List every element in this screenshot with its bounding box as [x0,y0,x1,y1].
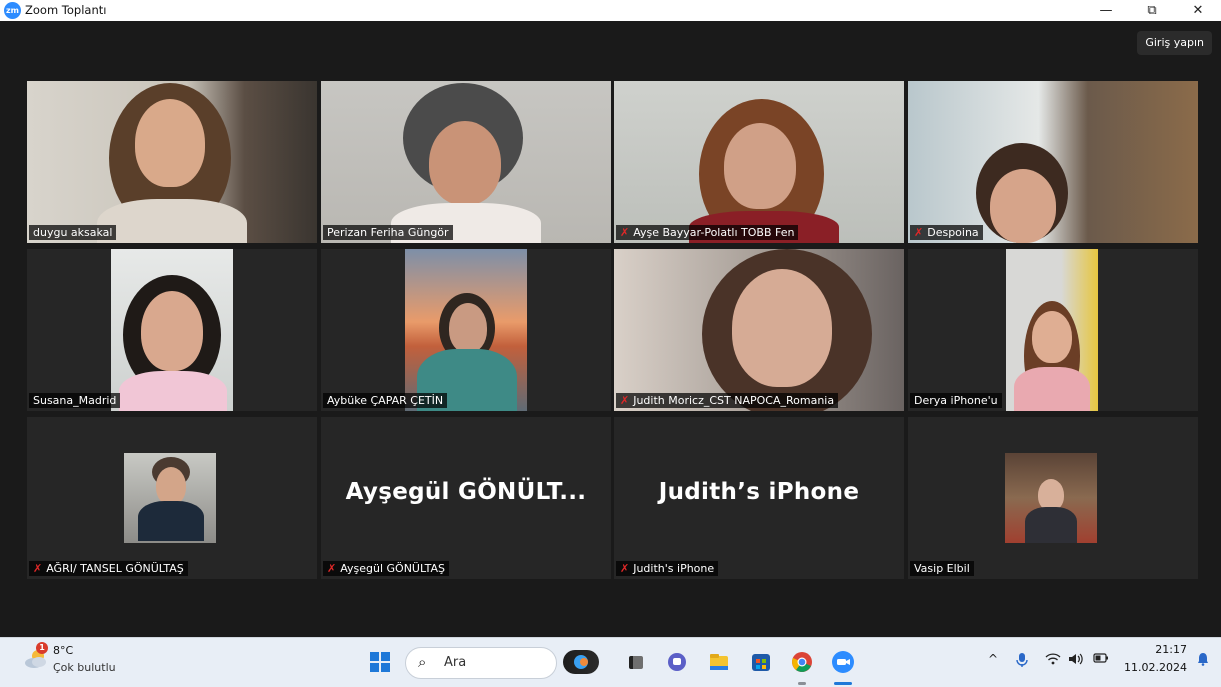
participant-avatar-photo [124,453,216,543]
participant-video [1006,249,1098,411]
participant-tile[interactable]: duygu aksakal [27,81,317,243]
participant-name: ✗ Judith's iPhone [616,561,719,576]
copilot-icon[interactable] [563,650,599,674]
participant-video [111,249,233,411]
participant-video [27,81,317,243]
participant-tile[interactable]: Judith’s iPhone ✗ Judith's iPhone [614,417,904,579]
participant-video [908,81,1198,243]
muted-mic-icon: ✗ [914,226,924,239]
search-placeholder: Ara [444,655,467,670]
participant-tile[interactable]: Aybüke ÇAPAR ÇETİN [321,249,611,411]
participant-video [405,249,527,411]
participant-name: Susana_Madrid [29,393,121,408]
taskbar: 1 8°C Çok bulutlu ⌕ Ara ^ 21:17 11.02.20… [0,637,1221,687]
participant-name: ✗ Despoina [910,225,983,240]
teams-chat-icon[interactable] [665,650,689,674]
clock-time[interactable]: 21:17 [1155,643,1187,656]
participant-name: ✗ Ayşegül GÖNÜLTAŞ [323,561,449,576]
chrome-icon[interactable] [790,650,814,674]
muted-mic-icon: ✗ [33,562,43,575]
search-icon: ⌕ [418,653,427,671]
active-indicator [834,682,852,685]
participant-avatar-photo [1005,453,1097,543]
close-button[interactable]: ✕ [1175,0,1221,21]
store-icon[interactable] [749,650,773,674]
chevron-up-icon[interactable]: ^ [988,652,998,666]
participant-tile[interactable]: Perizan Feriha Güngör [321,81,611,243]
muted-mic-icon: ✗ [620,394,630,407]
participant-tile[interactable]: ✗ AĞRI/ TANSEL GÖNÜLTAŞ [27,417,317,579]
participant-name: duygu aksakal [29,225,117,240]
volume-icon[interactable] [1068,652,1084,669]
title-bar: zm Zoom Toplantı — ⧉ ✕ [0,0,1221,21]
participant-video [614,81,904,243]
zoom-icon[interactable] [831,650,855,674]
muted-mic-icon: ✗ [620,562,630,575]
weather-temp: 8°C [53,644,74,657]
participant-name: ✗ Ayşe Bayyar-Polatlı TOBB Fen [616,225,799,240]
start-button[interactable] [370,652,390,672]
participant-name: Perizan Feriha Güngör [323,225,453,240]
muted-mic-icon: ✗ [620,226,630,239]
taskbar-search[interactable]: ⌕ Ara [405,647,557,679]
participant-tile[interactable]: ✗ Despoina [908,81,1198,243]
participant-video [614,249,904,411]
weather-desc: Çok bulutlu [53,661,116,674]
restore-button[interactable]: ⧉ [1129,0,1175,21]
task-view-icon[interactable] [624,650,648,674]
participant-tile[interactable]: Vasip Elbil [908,417,1198,579]
mic-icon[interactable] [1016,652,1028,671]
notification-badge: 1 [36,642,48,654]
participant-video [321,81,611,243]
participant-tile[interactable]: Susana_Madrid [27,249,317,411]
battery-icon[interactable] [1093,652,1109,667]
participant-display-name: Judith’s iPhone [658,479,860,505]
participant-name: Aybüke ÇAPAR ÇETİN [323,393,448,408]
participant-name: Vasip Elbil [910,561,974,576]
file-explorer-icon[interactable] [707,650,731,674]
clock-date[interactable]: 11.02.2024 [1124,661,1187,674]
zoom-logo-icon: zm [4,2,21,19]
participant-tile[interactable]: Derya iPhone'u [908,249,1198,411]
muted-mic-icon: ✗ [327,562,337,575]
participant-name: ✗ Judith Moricz_CST NAPOCA_Romania [616,393,839,408]
minimize-button[interactable]: — [1083,0,1129,21]
window-title: Zoom Toplantı [25,3,107,17]
participant-tile[interactable]: ✗ Ayşe Bayyar-Polatlı TOBB Fen [614,81,904,243]
participant-tile[interactable]: ✗ Judith Moricz_CST NAPOCA_Romania [614,249,904,411]
participant-name: ✗ AĞRI/ TANSEL GÖNÜLTAŞ [29,561,188,576]
participant-display-name: Ayşegül GÖNÜLT... [345,479,587,505]
wifi-icon[interactable] [1045,652,1061,669]
running-indicator [798,682,806,685]
participant-tile[interactable]: Ayşegül GÖNÜLT... ✗ Ayşegül GÖNÜLTAŞ [321,417,611,579]
notification-bell-icon[interactable] [1197,652,1209,666]
signin-button[interactable]: Giriş yapın [1137,31,1212,55]
participant-name: Derya iPhone'u [910,393,1002,408]
meeting-gallery: Giriş yapın duygu aksakal Perizan Feriha… [0,21,1221,637]
